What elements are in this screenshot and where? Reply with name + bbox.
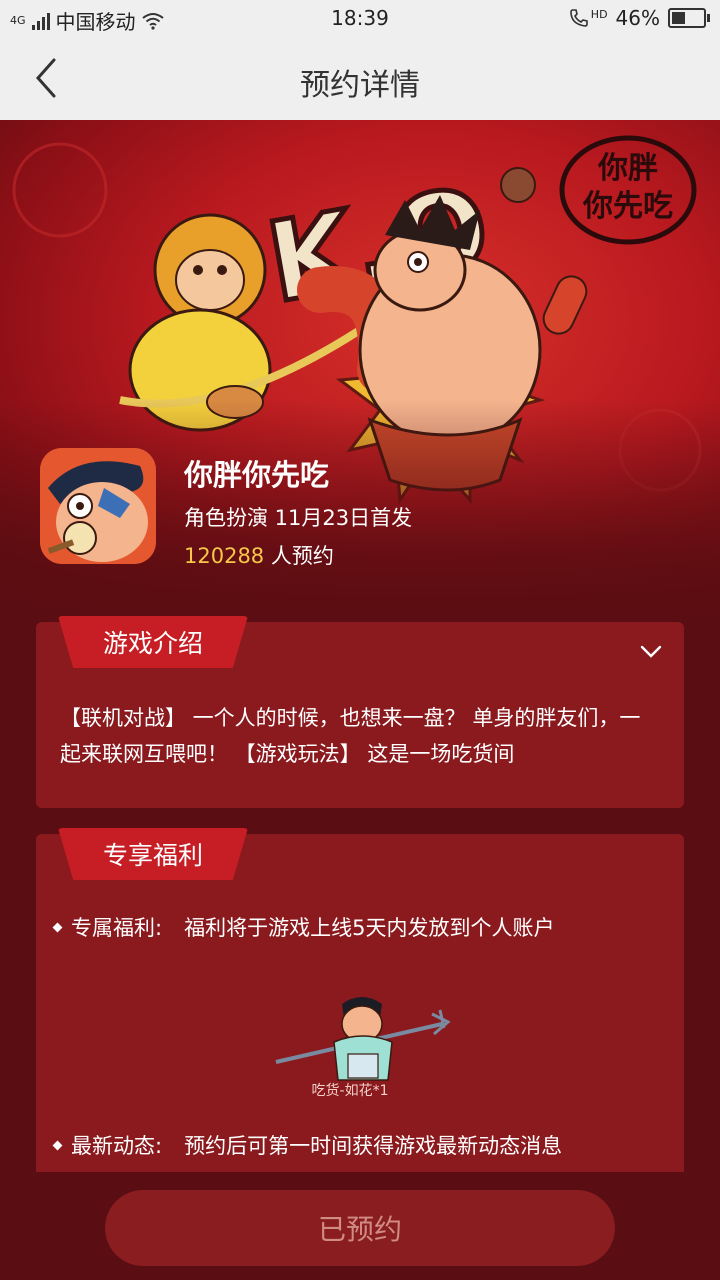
- benefit-value: 福利将于游戏上线5天内发放到个人账户: [184, 916, 555, 940]
- svg-text:你先吃: 你先吃: [582, 189, 673, 224]
- app-icon-art: [40, 448, 156, 564]
- reservation-number: 120288: [184, 544, 265, 568]
- intro-tag: 游戏介绍: [58, 616, 248, 668]
- page-title: 预约详情: [300, 68, 420, 103]
- reservation-count: 120288 人预约: [184, 540, 334, 570]
- benefit-key: 专属福利:: [71, 916, 163, 940]
- app-icon: [40, 448, 156, 564]
- reserved-button[interactable]: 已预约: [105, 1190, 615, 1266]
- benefit-exclusive: 专属福利: 福利将于游戏上线5天内发放到个人账户: [52, 912, 668, 942]
- svg-text:你胖: 你胖: [597, 151, 658, 186]
- benefit-key: 最新动态:: [71, 1134, 163, 1158]
- app-meta: 角色扮演 11月23日首发: [184, 506, 413, 530]
- hd-badge: HD: [590, 7, 608, 21]
- reward-label: 吃货-如花*1: [311, 1083, 389, 1099]
- status-right: HD 46%: [569, 6, 710, 30]
- reward-character-image: [275, 997, 451, 1081]
- benefit-value: 预约后可第一时间获得游戏最新动态消息: [184, 1134, 563, 1158]
- benefits-card: 专享福利 专属福利: 福利将于游戏上线5天内发放到个人账户 吃货-如花*1 最新…: [36, 828, 684, 1194]
- battery-fill: [672, 12, 685, 24]
- bottom-bar: 已预约: [0, 1172, 720, 1280]
- app-name: 你胖你先吃: [184, 458, 330, 492]
- intro-card: 游戏介绍 【联机对战】 一个人的时候，也想来一盘？ 单身的胖友们，一起来联网互喂…: [36, 616, 684, 808]
- benefits-tag: 专享福利: [58, 828, 248, 880]
- bullet-icon: [52, 922, 63, 932]
- nav-bar: 预约详情: [0, 38, 720, 121]
- status-bar: 4G 中国移动 18:39 HD 46%: [0, 0, 720, 38]
- battery-percent: 46%: [615, 6, 660, 30]
- benefit-news: 最新动态: 预约后可第一时间获得游戏最新动态消息: [52, 1130, 668, 1160]
- bullet-icon: [52, 1140, 63, 1150]
- phone-icon: [569, 9, 588, 27]
- intro-text: 【联机对战】 一个人的时候，也想来一盘？ 单身的胖友们，一起来联网互喂吧！ 【游…: [60, 706, 641, 766]
- battery-icon: [668, 8, 710, 28]
- reservation-suffix: 人预约: [264, 544, 334, 568]
- chevron-down-icon[interactable]: [638, 638, 664, 664]
